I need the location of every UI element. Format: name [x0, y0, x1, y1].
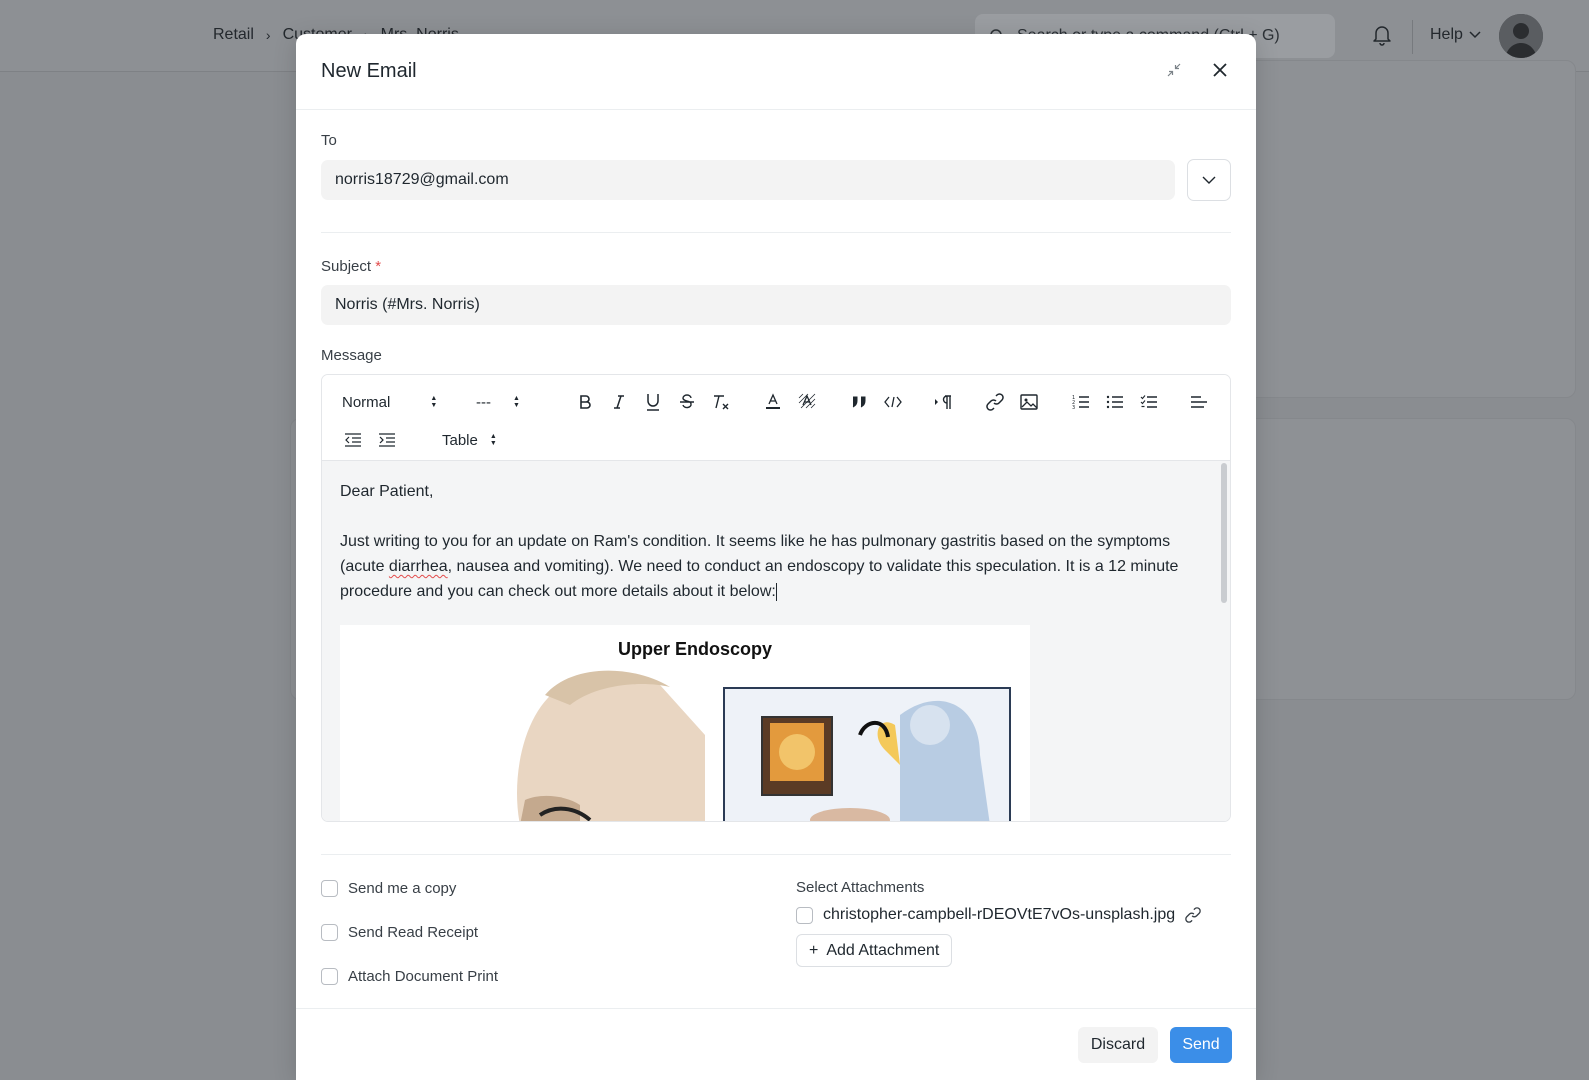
to-field[interactable]: norris18729@gmail.com — [321, 160, 1175, 200]
minimize-icon[interactable] — [1162, 58, 1186, 82]
heading-select[interactable]: Normal ▲ ▼ — [336, 394, 446, 411]
bold-icon[interactable] — [568, 385, 602, 419]
checkbox[interactable] — [321, 879, 338, 897]
updown-icon: ▲ ▼ — [513, 395, 520, 409]
to-value: norris18729@gmail.com — [335, 171, 509, 188]
size-select[interactable]: --- ▲ ▼ — [476, 394, 546, 411]
align-icon[interactable] — [1182, 385, 1216, 419]
endoscopy-illustration — [517, 670, 1011, 821]
image-icon[interactable] — [1012, 385, 1046, 419]
text-direction-icon[interactable] — [926, 385, 960, 419]
option-attach-print[interactable]: Attach Document Print — [321, 965, 796, 987]
bullet-list-icon[interactable] — [1098, 385, 1132, 419]
dialog-footer: Discard Send — [296, 1008, 1256, 1080]
chevron-right-icon: › — [265, 27, 271, 43]
underline-icon[interactable] — [636, 385, 670, 419]
checklist-icon[interactable] — [1132, 385, 1166, 419]
dialog-title: New Email — [321, 60, 417, 82]
attachment-filename: christopher-campbell-rDEOVtE7vOs-unsplas… — [823, 906, 1176, 923]
attachments-section: Select Attachments christopher-campbell-… — [796, 877, 1201, 1009]
plus-icon: + — [809, 941, 819, 959]
add-attachment-button[interactable]: + Add Attachment — [796, 934, 953, 967]
required-mark: * — [375, 258, 382, 275]
new-email-dialog: New Email To norris18729@gmail.com Subje… — [296, 34, 1256, 1080]
subject-field[interactable]: Norris (#Mrs. Norris) — [321, 285, 1231, 325]
recipients-dropdown-button[interactable] — [1187, 159, 1231, 201]
ordered-list-icon[interactable]: 123 — [1064, 385, 1098, 419]
table-select[interactable]: Table ▲ ▼ — [442, 432, 497, 449]
option-send-copy[interactable]: Send me a copy — [321, 877, 796, 899]
checkbox[interactable] — [321, 967, 338, 985]
checkbox[interactable] — [796, 906, 813, 924]
blockquote-icon[interactable] — [842, 385, 876, 419]
chevron-down-icon — [1202, 176, 1216, 184]
close-icon[interactable] — [1208, 58, 1232, 82]
breadcrumb-retail[interactable]: Retail — [213, 26, 254, 44]
message-greeting: Dear Patient, — [340, 483, 434, 500]
text-color-icon[interactable] — [756, 385, 790, 419]
editor-scrollbar[interactable] — [1221, 463, 1227, 603]
svg-text:3: 3 — [1072, 405, 1075, 410]
misspelled-word: diarrhea — [388, 558, 448, 575]
message-body[interactable]: Dear Patient, Just writing to you for an… — [322, 461, 1230, 821]
link-icon[interactable] — [1185, 907, 1201, 923]
link-icon[interactable] — [978, 385, 1012, 419]
to-label: To — [321, 132, 337, 149]
indent-icon[interactable] — [370, 423, 404, 457]
attachments-label: Select Attachments — [796, 879, 925, 896]
code-block-icon[interactable] — [876, 385, 910, 419]
checkbox[interactable] — [321, 923, 338, 941]
subject-value: Norris (#Mrs. Norris) — [335, 296, 480, 313]
embedded-image[interactable]: Upper Endoscopy — [340, 625, 1030, 821]
navbar-divider — [1412, 20, 1413, 54]
avatar[interactable] — [1499, 14, 1543, 58]
strikethrough-icon[interactable] — [670, 385, 704, 419]
option-read-receipt[interactable]: Send Read Receipt — [321, 921, 796, 943]
message-paragraph: Just writing to you for an update on Ram… — [340, 533, 1179, 601]
text-caret — [775, 582, 777, 601]
clear-format-icon[interactable] — [704, 385, 738, 419]
updown-icon: ▲ ▼ — [489, 433, 497, 447]
dialog-header: New Email — [296, 34, 1256, 110]
background-color-icon[interactable] — [790, 385, 824, 419]
message-editor: Normal ▲ ▼ --- ▲ ▼ 1 2 3 Table ▲ ▼ Dear … — [321, 374, 1231, 822]
help-label: Help — [1430, 26, 1463, 43]
subject-label: Subject * — [321, 258, 382, 275]
email-options: Send me a copy Send Read Receipt Attach … — [321, 877, 796, 1009]
updown-icon: ▲ ▼ — [430, 395, 438, 409]
editor-toolbar: Normal ▲ ▼ --- ▲ ▼ 1 2 3 Table ▲ ▼ — [322, 375, 1230, 461]
send-button[interactable]: Send — [1170, 1027, 1232, 1063]
message-label: Message — [321, 347, 382, 364]
attachment-item[interactable]: christopher-campbell-rDEOVtE7vOs-unsplas… — [796, 906, 1201, 924]
bell-icon[interactable] — [1372, 24, 1392, 51]
help-dropdown[interactable]: Help — [1430, 26, 1481, 44]
italic-icon[interactable] — [602, 385, 636, 419]
outdent-icon[interactable] — [336, 423, 370, 457]
chevron-down-icon — [1469, 31, 1481, 39]
discard-button[interactable]: Discard — [1078, 1027, 1158, 1063]
